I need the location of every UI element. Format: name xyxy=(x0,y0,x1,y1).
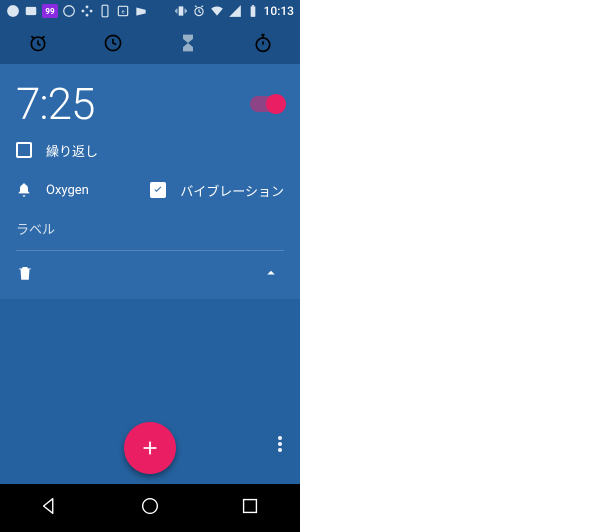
status-icon xyxy=(6,4,20,18)
nav-back-button[interactable] xyxy=(39,495,61,521)
status-icon xyxy=(24,4,38,18)
hourglass-icon xyxy=(178,33,198,53)
collapse-button[interactable] xyxy=(262,264,280,286)
alarm-card: 7:25 繰り返し Oxygen バイブレーション ラベル xyxy=(0,64,300,299)
tab-timer[interactable] xyxy=(150,22,225,64)
repeat-row[interactable]: 繰り返し xyxy=(16,130,284,170)
vibrate-icon xyxy=(174,4,188,18)
system-nav-bar xyxy=(0,484,300,532)
status-icon: e xyxy=(116,4,130,18)
back-icon xyxy=(39,495,61,517)
bottom-actions xyxy=(0,412,300,484)
add-alarm-fab[interactable] xyxy=(124,422,176,474)
status-time: 10:13 xyxy=(264,4,294,18)
overflow-menu-button[interactable] xyxy=(272,430,288,462)
svg-text:e: e xyxy=(121,9,124,15)
alarm-icon xyxy=(28,33,48,53)
recent-icon xyxy=(239,495,261,517)
tab-clock[interactable] xyxy=(75,22,150,64)
status-icon xyxy=(62,4,76,18)
label-row[interactable]: ラベル xyxy=(16,210,284,246)
repeat-label: 繰り返し xyxy=(46,141,98,160)
plus-icon xyxy=(139,437,161,459)
vibrate-row[interactable]: バイブレーション xyxy=(150,181,284,200)
more-vert-icon xyxy=(278,436,282,452)
nav-home-button[interactable] xyxy=(139,495,161,521)
clock-app-screen: 99 e 10:13 xyxy=(0,0,300,532)
stopwatch-icon xyxy=(253,33,273,53)
clock-icon xyxy=(103,33,123,53)
alarm-time[interactable]: 7:25 xyxy=(16,78,94,130)
status-icon xyxy=(98,4,112,18)
tab-alarm[interactable] xyxy=(0,22,75,64)
battery-icon xyxy=(246,4,260,18)
chevron-up-icon xyxy=(262,264,280,282)
tab-bar xyxy=(0,22,300,64)
alarm-label: ラベル xyxy=(16,219,55,238)
signal-icon xyxy=(228,4,242,18)
status-icon xyxy=(134,4,148,18)
alarm-toggle[interactable] xyxy=(250,96,284,112)
nav-recent-button[interactable] xyxy=(239,495,261,521)
ringtone-name: Oxygen xyxy=(46,183,89,198)
tab-stopwatch[interactable] xyxy=(225,22,300,64)
trash-icon xyxy=(16,264,34,282)
bell-icon xyxy=(16,182,32,198)
wifi-icon xyxy=(210,4,224,18)
notification-badge: 99 xyxy=(42,4,58,18)
ringtone-row[interactable]: Oxygen xyxy=(16,182,150,198)
vibrate-checkbox[interactable] xyxy=(150,182,166,198)
status-icon xyxy=(80,4,94,18)
delete-button[interactable] xyxy=(16,264,34,286)
status-bar: 99 e 10:13 xyxy=(0,0,300,22)
home-icon xyxy=(139,495,161,517)
status-left: 99 e xyxy=(6,4,148,18)
repeat-checkbox[interactable] xyxy=(16,142,32,158)
vibrate-label: バイブレーション xyxy=(180,181,284,200)
alarm-set-icon xyxy=(192,4,206,18)
status-right: 10:13 xyxy=(174,4,294,18)
